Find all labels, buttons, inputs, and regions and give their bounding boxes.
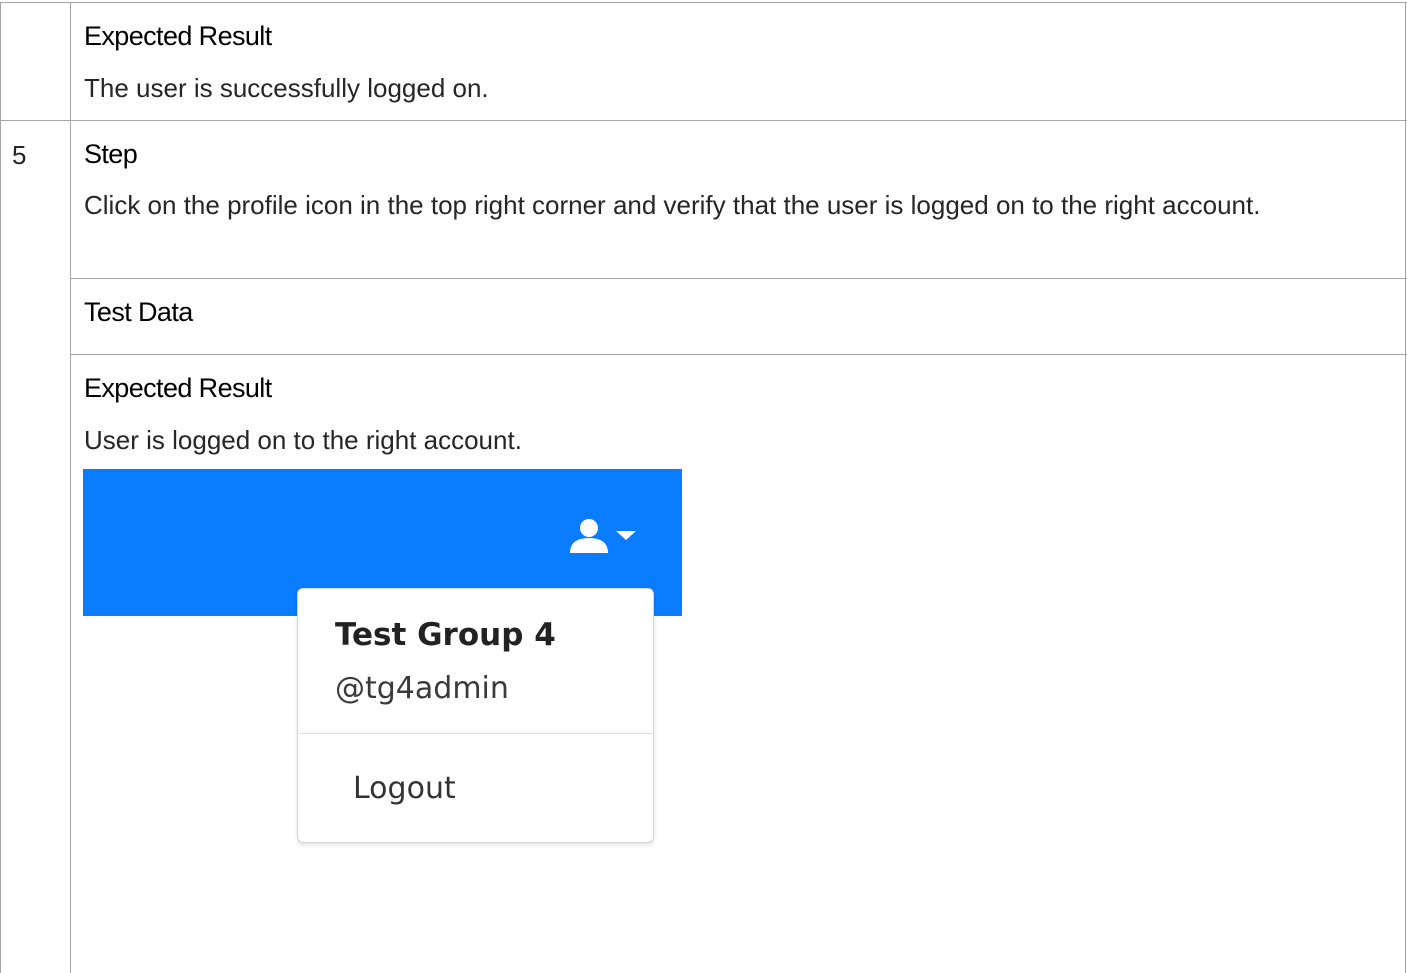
test-data-heading: Test Data: [84, 297, 193, 327]
user-icon: [570, 519, 608, 553]
step-number: 5: [12, 140, 27, 170]
step-text: Click on the profile icon in the top rig…: [84, 190, 1261, 220]
cell-divider-expected: [70, 354, 1407, 355]
account-name: Test Group 4: [335, 617, 556, 653]
logout-menu-item[interactable]: Logout: [353, 771, 456, 806]
row-divider-step5: [0, 120, 1407, 121]
embedded-screenshot: Test Group 4 @tg4admin Logout: [83, 469, 682, 869]
expected-result-text: User is logged on to the right account.: [84, 425, 522, 455]
account-handle: @tg4admin: [335, 671, 509, 706]
table-left-border: [0, 2, 1, 973]
profile-dropdown-toggle[interactable]: [570, 517, 640, 557]
profile-dropdown-menu: Test Group 4 @tg4admin Logout: [297, 588, 654, 843]
caret-down-icon: [616, 531, 636, 540]
table-top-border: [0, 2, 1407, 3]
expected-result-text: The user is successfully logged on.: [84, 73, 489, 103]
menu-divider: [298, 733, 653, 734]
cell-divider-test-data: [70, 278, 1407, 279]
column-divider: [70, 2, 71, 973]
expected-result-heading: Expected Result: [84, 373, 272, 403]
expected-result-heading: Expected Result: [84, 21, 272, 51]
step-heading: Step: [84, 139, 138, 169]
table-right-border: [1405, 2, 1406, 973]
